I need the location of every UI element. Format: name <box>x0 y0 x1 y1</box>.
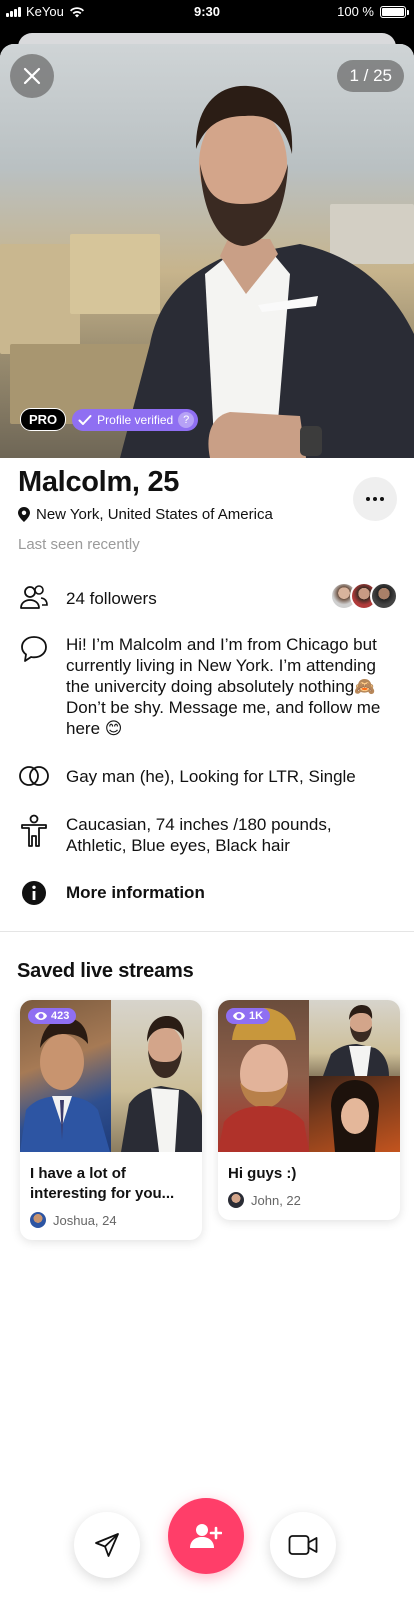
more-information-row[interactable]: More information <box>18 880 398 912</box>
stream-title: I have a lot of interesting for you... <box>30 1165 175 1202</box>
profile-photo[interactable]: 1 / 25 PRO Profile verified ? <box>0 44 414 458</box>
location-pin-icon <box>18 507 30 522</box>
view-count-badge: 423 <box>28 1008 77 1024</box>
eye-icon <box>35 1012 47 1020</box>
stream-thumbnail <box>111 1000 202 1152</box>
more-options-button[interactable] <box>353 477 397 521</box>
more-dot <box>380 497 384 501</box>
appearance-text: Caucasian, 74 inches /180 pounds, Athlet… <box>66 815 332 855</box>
avatar <box>30 1212 46 1228</box>
stream-title: Hi guys :) <box>228 1165 297 1182</box>
bio-row: Hi! I’m Malcolm and I’m from Chicago but… <box>18 634 398 739</box>
followers-icon <box>18 584 50 616</box>
saved-streams-title: Saved live streams <box>17 960 194 982</box>
close-button[interactable] <box>10 54 54 98</box>
verified-badge[interactable]: Profile verified ? <box>72 408 199 431</box>
body-icon <box>18 814 50 847</box>
stream-author-name: Joshua, 24 <box>53 1212 117 1228</box>
orientation-text: Gay man (he), Looking for LTR, Single <box>66 767 356 786</box>
view-count: 1K <box>249 1010 264 1022</box>
checkmark-icon <box>78 414 92 425</box>
followers-count: 24 followers <box>66 589 157 608</box>
avatar <box>370 582 398 610</box>
last-seen: Last seen recently <box>18 536 140 553</box>
stream-thumbnail-stack <box>309 1000 400 1152</box>
more-information-label: More information <box>66 883 205 902</box>
orientation-row: Gay man (he), Looking for LTR, Single <box>18 764 398 796</box>
status-bar: KeYou 9:30 100 % <box>0 0 414 24</box>
info-icon <box>18 880 50 912</box>
pro-badge: PRO <box>20 408 67 431</box>
verified-label: Profile verified <box>97 412 174 427</box>
paper-plane-icon <box>95 1533 119 1557</box>
profile-name: Malcolm, 25 <box>18 466 180 498</box>
stream-card[interactable]: 423 I have a lot of interesting for you.… <box>20 1000 202 1240</box>
add-user-icon <box>190 1524 222 1548</box>
photo-counter: 1 / 25 <box>337 60 404 92</box>
location-text: New York, United States of America <box>36 506 273 523</box>
follower-avatars[interactable] <box>330 582 398 610</box>
stream-thumbnail <box>309 1076 400 1152</box>
stream-author: John, 22 <box>228 1192 390 1208</box>
follow-button[interactable] <box>168 1498 244 1574</box>
stream-author-name: John, 22 <box>251 1192 301 1208</box>
stream-thumbnail <box>309 1000 400 1076</box>
send-message-button[interactable] <box>74 1512 140 1578</box>
gender-rings-icon <box>18 764 50 796</box>
more-dot <box>373 497 377 501</box>
section-divider <box>0 931 414 932</box>
photo-person <box>120 85 414 458</box>
avatar <box>228 1192 244 1208</box>
stream-thumbnails: 1K <box>218 1000 400 1152</box>
speech-bubble-icon <box>18 634 50 666</box>
profile-sheet: 1 / 25 PRO Profile verified ? Malcolm, 2… <box>0 44 414 1598</box>
battery-icon <box>380 5 409 18</box>
battery-percent: 100 % <box>337 4 374 19</box>
view-count-badge: 1K <box>226 1008 271 1024</box>
bio-text: Hi! I’m Malcolm and I’m from Chicago but… <box>66 635 381 738</box>
help-icon[interactable]: ? <box>178 411 195 428</box>
stream-author: Joshua, 24 <box>30 1212 192 1228</box>
video-camera-icon <box>288 1535 318 1555</box>
profile-badges: PRO Profile verified ? <box>20 408 199 431</box>
eye-icon <box>233 1012 245 1020</box>
close-icon <box>23 67 41 85</box>
view-count: 423 <box>51 1010 70 1022</box>
profile-location: New York, United States of America <box>18 506 273 523</box>
status-bar-right: 100 % <box>337 4 409 19</box>
video-call-button[interactable] <box>270 1512 336 1578</box>
stream-thumbnails: 423 <box>20 1000 202 1152</box>
stream-card[interactable]: 1K Hi guys :) John, 22 <box>218 1000 400 1220</box>
more-dot <box>366 497 370 501</box>
appearance-row: Caucasian, 74 inches /180 pounds, Athlet… <box>18 814 398 856</box>
